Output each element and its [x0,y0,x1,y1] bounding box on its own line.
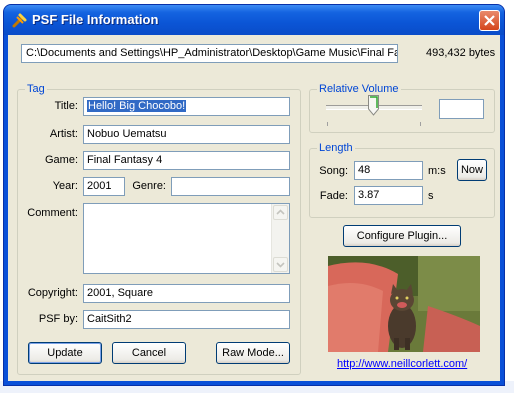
genre-field[interactable] [171,177,290,196]
volume-tick-left [327,122,328,126]
song-unit: m:s [428,165,446,177]
title-value: Hello! Big Chocobo! [87,100,187,112]
game-field[interactable]: Final Fantasy 4 [83,151,290,170]
song-length-field[interactable]: 48 [354,161,423,180]
scroll-down-button[interactable] [273,257,288,272]
raw-mode-button[interactable]: Raw Mode... [216,342,290,364]
wrench-icon [12,13,27,28]
genre-label: Genre: [132,180,166,192]
psf-info-window: PSF File Information C:\Documents and Se… [4,5,504,385]
cancel-button[interactable]: Cancel [112,342,186,364]
close-button[interactable] [479,10,500,31]
update-button[interactable]: Update [28,342,102,364]
cat-photo [328,256,480,352]
relative-volume-title: Relative Volume [317,83,401,95]
fade-label: Fade: [319,190,348,202]
website-link[interactable]: http://www.neillcorlett.com/ [337,358,467,370]
file-size: 493,432 bytes [426,47,496,59]
scroll-down-icon [276,262,285,268]
title-bar[interactable]: PSF File Information [4,5,504,35]
file-path-field[interactable]: C:\Documents and Settings\HP_Administrat… [21,44,398,63]
scroll-up-button[interactable] [273,205,288,220]
copyright-label: Copyright: [27,287,78,299]
copyright-field[interactable]: 2001, Square [83,284,290,303]
year-label: Year: [52,180,78,192]
configure-plugin-button[interactable]: Configure Plugin... [343,225,461,247]
length-title: Length [317,142,355,154]
volume-slider-thumb[interactable] [368,95,379,116]
close-icon [484,15,495,26]
title-field[interactable]: Hello! Big Chocobo! [83,97,290,116]
title-label: Title: [54,100,78,112]
window-title: PSF File Information [32,12,159,27]
artist-label: Artist: [49,128,78,140]
tag-group-title: Tag [25,83,47,95]
dialog-client-area: C:\Documents and Settings\HP_Administrat… [8,35,500,381]
game-label: Game: [44,154,78,166]
volume-tick-right [420,122,421,126]
year-field[interactable]: 2001 [83,177,125,196]
psfby-field[interactable]: CaitSith2 [83,310,290,329]
psfby-label: PSF by: [38,313,78,325]
scroll-up-icon [276,209,285,215]
volume-value-field[interactable] [439,99,484,119]
fade-length-field[interactable]: 3.87 [354,186,423,205]
comment-scrollbar[interactable] [271,204,289,273]
now-button[interactable]: Now [457,159,487,181]
comment-label: Comment: [27,207,78,219]
comment-field[interactable] [83,203,290,274]
fade-unit: s [428,190,434,202]
artist-field[interactable]: Nobuo Uematsu [83,125,290,144]
song-label: Song: [319,165,348,177]
